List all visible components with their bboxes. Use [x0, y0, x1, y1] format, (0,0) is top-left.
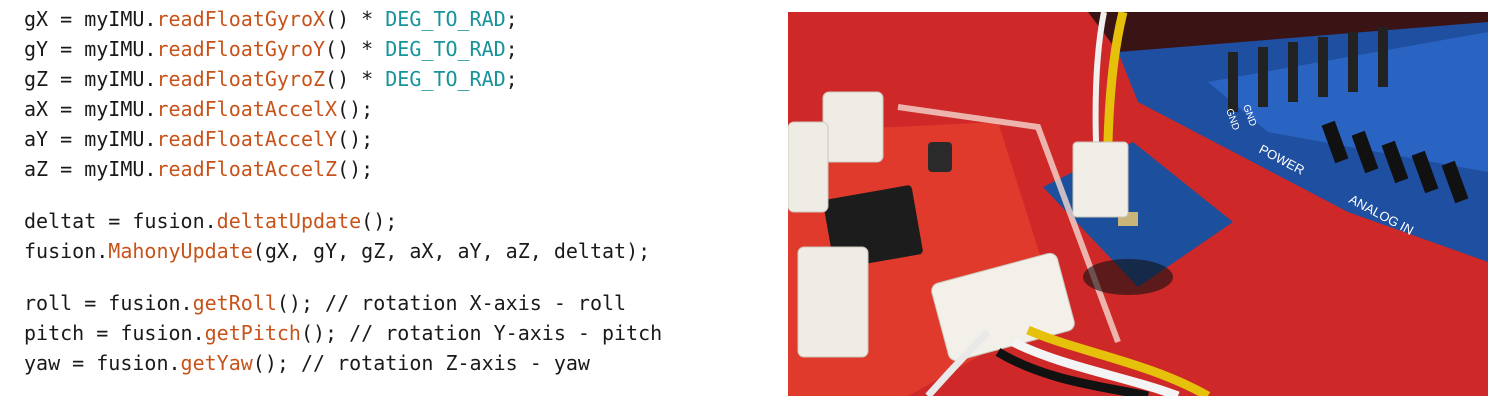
- code-line-ay: aY = myIMU.readFloatAccelY();: [24, 127, 374, 151]
- code-line-az: aZ = myIMU.readFloatAccelZ();: [24, 157, 374, 181]
- function-call: readFloatGyroY: [156, 37, 326, 61]
- function-call: getPitch: [204, 321, 301, 345]
- constant: DEG_TO_RAD: [385, 7, 506, 31]
- function-call: deltatUpdate: [216, 209, 362, 233]
- code-line-gx: gX = myIMU.readFloatGyroX() * DEG_TO_RAD…: [24, 7, 518, 31]
- function-call: getRoll: [192, 291, 277, 315]
- code-line-deltat: deltat = fusion.deltatUpdate();: [24, 209, 398, 233]
- sensor-shadow: [1083, 259, 1173, 295]
- hardware-photo: POWER ANALOG IN GND GND: [788, 12, 1488, 396]
- grove-connector-3: [797, 246, 869, 358]
- grove-connector-1: [822, 91, 884, 163]
- function-call: readFloatAccelX: [156, 97, 338, 121]
- constant: DEG_TO_RAD: [385, 67, 506, 91]
- code-snippet: gX = myIMU.readFloatGyroX() * DEG_TO_RAD…: [24, 4, 764, 378]
- code-line-mahony: fusion.MahonyUpdate(gX, gY, gZ, aX, aY, …: [24, 239, 651, 263]
- standoff-screw: [928, 142, 952, 172]
- code-line-yaw: yaw = fusion.getYaw(); // rotation Z-axi…: [24, 351, 590, 375]
- code-line-gz: gZ = myIMU.readFloatGyroZ() * DEG_TO_RAD…: [24, 67, 518, 91]
- constant: DEG_TO_RAD: [385, 37, 506, 61]
- hardware-photo-illustration: POWER ANALOG IN GND GND: [788, 12, 1488, 396]
- function-call: readFloatGyroX: [156, 7, 326, 31]
- code-line-ax: aX = myIMU.readFloatAccelX();: [24, 97, 374, 121]
- grove-connector-2: [788, 121, 829, 213]
- code-line-roll: roll = fusion.getRoll(); // rotation X-a…: [24, 291, 627, 315]
- function-call: readFloatAccelZ: [156, 157, 338, 181]
- code-line-pitch: pitch = fusion.getPitch(); // rotation Y…: [24, 321, 663, 345]
- function-call: MahonyUpdate: [108, 239, 253, 263]
- sensor-connector: [1072, 141, 1129, 218]
- code-line-gy: gY = myIMU.readFloatGyroY() * DEG_TO_RAD…: [24, 37, 518, 61]
- function-call: readFloatAccelY: [156, 127, 338, 151]
- function-call: getYaw: [180, 351, 253, 375]
- function-call: readFloatGyroZ: [156, 67, 326, 91]
